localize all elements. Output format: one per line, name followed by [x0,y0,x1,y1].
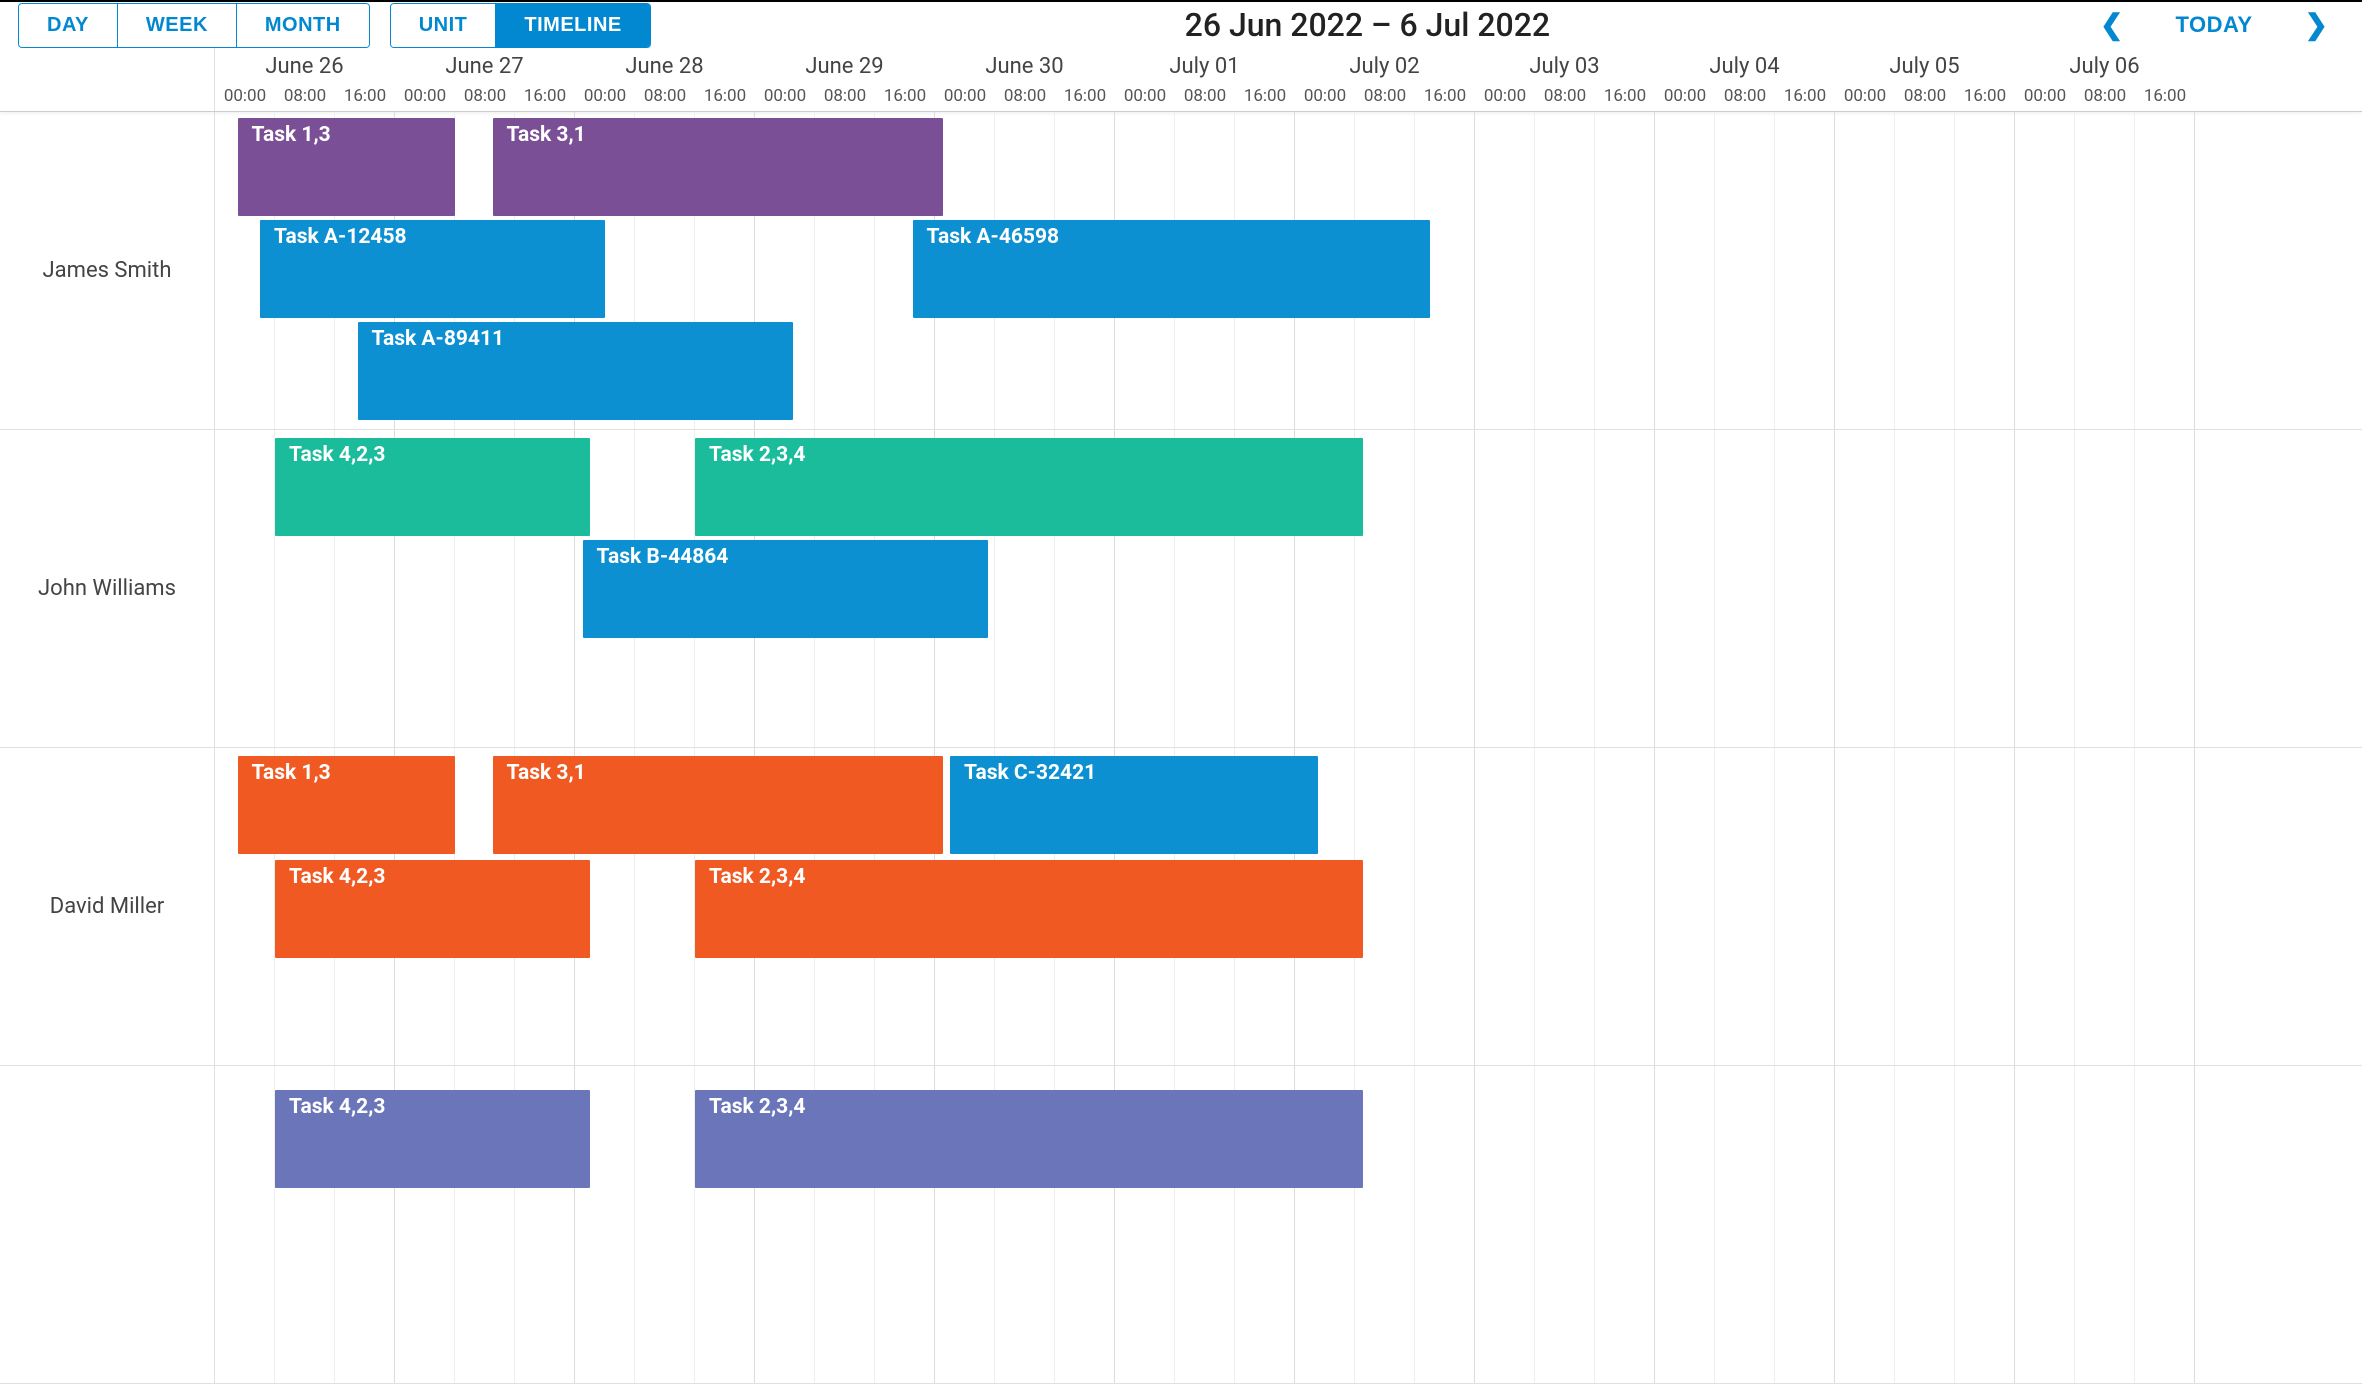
toolbar: DAYWEEKMONTH UNITTIMELINE 26 Jun 2022 – … [0,2,2362,48]
resource-header-spacer [0,48,215,111]
event-bar[interactable]: Task 3,1 [493,756,943,854]
resource-label: James Smith [0,112,215,430]
day-header: June 28 [575,48,755,85]
day-header: June 27 [395,48,575,85]
event-bar[interactable]: Task 2,3,4 [695,1090,1363,1188]
hour-header: 16:00 [875,85,935,111]
timeline-row[interactable]: Task 1,3 Task 3,1Task A-12458 Task A-46598… [215,112,2362,430]
hour-header: 00:00 [1115,85,1175,111]
view-mode-group: UNITTIMELINE [390,3,651,48]
timeline-body[interactable]: Task 1,3Task 3,1Task A-12458Task A-46598… [215,112,2362,1384]
hour-header: 16:00 [695,85,755,111]
event-bar[interactable]: Task 1,3 [238,118,456,216]
hour-header: 00:00 [1295,85,1355,111]
hour-header: 08:00 [815,85,875,111]
nav-group: ❮ TODAY ❯ [2084,2,2344,48]
event-bar[interactable]: Task C-32421 [950,756,1318,854]
resource-labels: James SmithJohn WilliamsDavid Miller [0,112,215,1384]
hour-header: 00:00 [2015,85,2075,111]
hour-header: 08:00 [1175,85,1235,111]
day-header: July 01 [1115,48,1295,85]
day-header: July 06 [2015,48,2195,85]
resource-label: David Miller [0,748,215,1066]
timeline-row[interactable]: Task 1,3 Task 3,1Task C-32421 Task 4,2,3 Ta… [215,748,2362,1066]
range-mode-month[interactable]: MONTH [237,4,369,47]
hour-header: 16:00 [2135,85,2195,111]
resource-label [0,1066,215,1384]
hour-header: 08:00 [1715,85,1775,111]
view-mode-unit[interactable]: UNIT [391,4,497,47]
hour-header: 08:00 [455,85,515,111]
hour-header: 00:00 [755,85,815,111]
range-mode-week[interactable]: WEEK [118,4,237,47]
prev-button[interactable]: ❮ [2084,3,2139,47]
day-header-row: June 26June 27June 28June 29June 30July … [215,48,2362,85]
hour-header: 16:00 [335,85,395,111]
hour-header: 00:00 [575,85,635,111]
scheduler-app: DAYWEEKMONTH UNITTIMELINE 26 Jun 2022 – … [0,0,2362,1138]
day-header: July 02 [1295,48,1475,85]
event-bar[interactable]: Task 1,3 [238,756,456,854]
hour-header-row: 00:0008:0016:0000:0008:0016:0000:0008:00… [215,85,2362,111]
next-button[interactable]: ❯ [2289,3,2344,47]
hour-header: 08:00 [2075,85,2135,111]
hour-header: 00:00 [935,85,995,111]
timeline-body-area: James SmithJohn WilliamsDavid Miller Tas… [0,112,2362,1384]
hour-header: 00:00 [1655,85,1715,111]
event-bar[interactable]: Task 4,2,3 [275,438,590,536]
hour-header: 16:00 [515,85,575,111]
today-button[interactable]: TODAY [2149,2,2278,48]
event-bar[interactable]: Task A-12458 [260,220,605,318]
timeline-row[interactable]: Task 4,2,3 Task 2,3,4 [215,1066,2362,1384]
day-header: June 26 [215,48,395,85]
hour-header: 08:00 [1355,85,1415,111]
range-mode-group: DAYWEEKMONTH [18,3,370,48]
event-bar[interactable]: Task 2,3,4 [695,860,1363,958]
hour-header: 16:00 [1595,85,1655,111]
day-header: June 29 [755,48,935,85]
hour-header: 16:00 [1955,85,2015,111]
day-header: July 04 [1655,48,1835,85]
hour-header: 08:00 [635,85,695,111]
view-mode-timeline[interactable]: TIMELINE [496,4,649,47]
time-header: June 26June 27June 28June 29June 30July … [215,48,2362,111]
event-bar[interactable]: Task 3,1 [493,118,943,216]
timeline-header: June 26June 27June 28June 29June 30July … [0,48,2362,112]
event-bar[interactable]: Task 4,2,3 [275,860,590,958]
resource-label: John Williams [0,430,215,748]
hour-header: 00:00 [215,85,275,111]
hour-header: 08:00 [1535,85,1595,111]
event-bar[interactable]: Task A-89411 [358,322,793,420]
hour-header: 08:00 [275,85,335,111]
hour-header: 16:00 [1415,85,1475,111]
day-header: July 05 [1835,48,2015,85]
timeline-row[interactable]: Task 4,2,3 Task 2,3,4Task B-44864 [215,430,2362,748]
day-header: June 30 [935,48,1115,85]
timeline-grid: June 26June 27June 28June 29June 30July … [0,48,2362,1384]
hour-header: 08:00 [995,85,1055,111]
hour-header: 16:00 [1235,85,1295,111]
event-bar[interactable]: Task 4,2,3 [275,1090,590,1188]
hour-header: 16:00 [1055,85,1115,111]
hour-header: 00:00 [1475,85,1535,111]
event-bar[interactable]: Task B-44864 [583,540,988,638]
event-bar[interactable]: Task 2,3,4 [695,438,1363,536]
hour-header: 16:00 [1775,85,1835,111]
hour-header: 00:00 [395,85,455,111]
hour-header: 00:00 [1835,85,1895,111]
date-range-title: 26 Jun 2022 – 6 Jul 2022 [671,6,2064,44]
hour-header: 08:00 [1895,85,1955,111]
day-header: July 03 [1475,48,1655,85]
range-mode-day[interactable]: DAY [19,4,118,47]
event-bar[interactable]: Task A-46598 [913,220,1431,318]
